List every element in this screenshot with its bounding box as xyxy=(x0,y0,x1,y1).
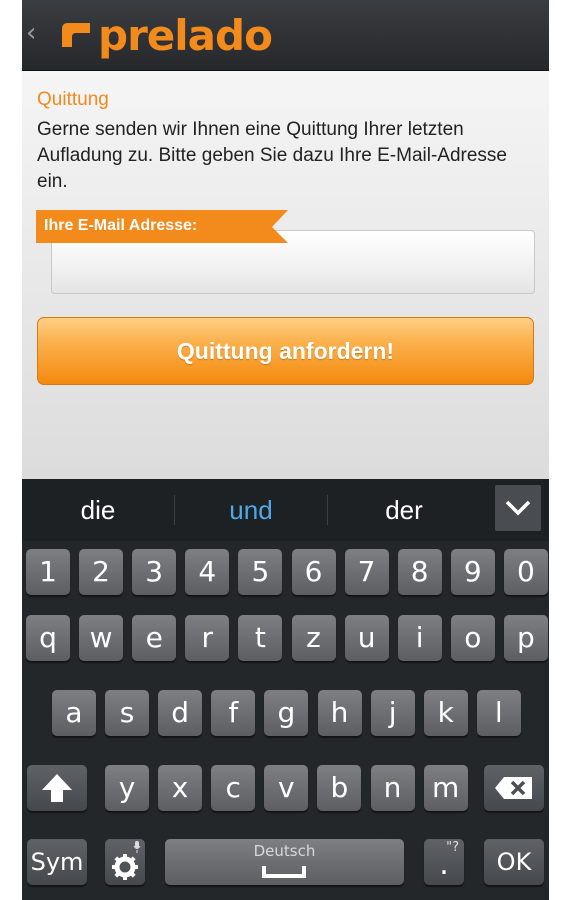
letter-key[interactable]: k xyxy=(423,690,468,736)
logo-mark-icon xyxy=(62,23,90,47)
letter-key[interactable]: r xyxy=(185,615,230,661)
settings-key[interactable] xyxy=(105,839,145,885)
letter-key[interactable]: b xyxy=(317,765,362,811)
receipt-screen: Quittung Gerne senden wir Ihnen eine Qui… xyxy=(22,71,549,479)
letter-key[interactable]: e xyxy=(132,615,177,661)
mic-icon xyxy=(133,841,141,853)
request-receipt-button[interactable]: Quittung anfordern! xyxy=(37,317,534,385)
collapse-suggestions-button[interactable] xyxy=(495,485,541,531)
suggestion-bar: die und der xyxy=(22,479,549,541)
app-logo: prelado xyxy=(56,10,273,60)
period-label: . xyxy=(439,847,449,882)
letter-key[interactable]: c xyxy=(211,765,256,811)
letter-key[interactable]: g xyxy=(264,690,309,736)
backspace-icon xyxy=(495,777,532,799)
letter-key[interactable]: m xyxy=(423,765,468,811)
letter-key[interactable]: d xyxy=(158,690,203,736)
keyboard: 1234567890 qwertzuiop asdfghjkl yxcvbnm … xyxy=(22,541,549,900)
backspace-key[interactable] xyxy=(484,765,544,811)
letter-key[interactable]: j xyxy=(370,690,415,736)
number-key[interactable]: 1 xyxy=(26,549,70,595)
suggestion-item-selected[interactable]: und xyxy=(175,479,327,541)
receipt-description: Gerne senden wir Ihnen eine Quittung Ihr… xyxy=(37,119,507,192)
space-bar-icon xyxy=(262,866,306,878)
suggestion-item[interactable]: der xyxy=(328,479,480,541)
letter-key[interactable]: p xyxy=(503,615,548,661)
number-key[interactable]: 6 xyxy=(291,549,336,595)
letter-key[interactable]: o xyxy=(450,615,495,661)
number-key[interactable]: 9 xyxy=(450,549,495,595)
number-key[interactable]: 2 xyxy=(79,549,124,595)
number-key[interactable]: 0 xyxy=(503,549,548,595)
number-key[interactable]: 4 xyxy=(185,549,230,595)
shift-key[interactable] xyxy=(27,765,87,811)
page-title: Quittung xyxy=(37,89,109,110)
ok-key[interactable]: OK xyxy=(484,839,544,885)
letter-key[interactable]: z xyxy=(291,615,336,661)
letter-key[interactable]: u xyxy=(344,615,389,661)
letter-key[interactable]: h xyxy=(317,690,362,736)
letter-key[interactable]: l xyxy=(476,690,521,736)
number-key[interactable]: 5 xyxy=(238,549,283,595)
number-key[interactable]: 7 xyxy=(344,549,389,595)
action-bar: ‹ prelado xyxy=(22,0,549,71)
letter-key[interactable]: t xyxy=(238,615,283,661)
letter-key[interactable]: s xyxy=(105,690,150,736)
space-language-label: Deutsch xyxy=(253,842,316,860)
letter-key[interactable]: y xyxy=(105,765,149,811)
letter-key[interactable]: q xyxy=(26,615,70,661)
period-key[interactable]: "? . xyxy=(424,839,464,885)
gear-icon xyxy=(112,854,138,880)
letter-key[interactable]: a xyxy=(52,690,96,736)
chevron-down-icon xyxy=(505,500,531,516)
space-key[interactable]: Deutsch xyxy=(165,839,404,885)
number-key[interactable]: 3 xyxy=(132,549,177,595)
brand-name: prelado xyxy=(98,10,273,60)
letter-key[interactable]: i xyxy=(397,615,442,661)
number-key[interactable]: 8 xyxy=(397,549,442,595)
email-label: Ihre E-Mail Adresse: xyxy=(44,217,198,234)
letter-key[interactable]: f xyxy=(211,690,256,736)
letter-key[interactable]: n xyxy=(370,765,415,811)
letter-key[interactable]: w xyxy=(79,615,124,661)
sym-key[interactable]: Sym xyxy=(27,839,87,885)
shift-icon xyxy=(42,774,72,802)
suggestion-item[interactable]: die xyxy=(22,479,174,541)
email-label-ribbon: Ihre E-Mail Adresse: xyxy=(36,210,288,243)
letter-key[interactable]: v xyxy=(264,765,309,811)
phone-screen: ‹ prelado Quittung Gerne senden wir Ihne… xyxy=(22,0,549,900)
letter-key[interactable]: x xyxy=(158,765,203,811)
back-icon[interactable]: ‹ xyxy=(26,18,36,48)
